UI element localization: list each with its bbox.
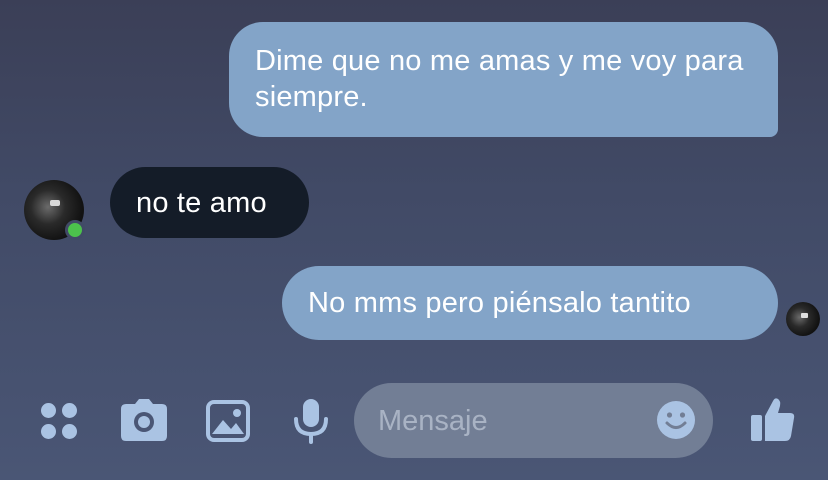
outgoing-message-bubble[interactable]: No mms pero piénsalo tantito [282, 266, 778, 340]
camera-icon[interactable] [120, 398, 168, 442]
contact-avatar[interactable] [24, 180, 85, 240]
message-input[interactable] [378, 401, 648, 441]
incoming-message-bubble[interactable]: no te amo [110, 167, 309, 238]
seen-indicator-avatar [786, 302, 820, 336]
more-options-icon[interactable] [38, 400, 80, 442]
message-composer[interactable] [354, 383, 713, 458]
online-status-indicator [65, 220, 85, 240]
emoji-icon[interactable] [656, 400, 696, 440]
outgoing-message-bubble[interactable]: Dime que no me amas y me voy para siempr… [229, 22, 778, 137]
gallery-icon[interactable] [206, 400, 250, 442]
thumbs-up-icon[interactable] [750, 396, 796, 442]
microphone-icon[interactable] [293, 398, 329, 444]
chat-thread: Dime que no me amas y me voy para siempr… [0, 0, 828, 480]
